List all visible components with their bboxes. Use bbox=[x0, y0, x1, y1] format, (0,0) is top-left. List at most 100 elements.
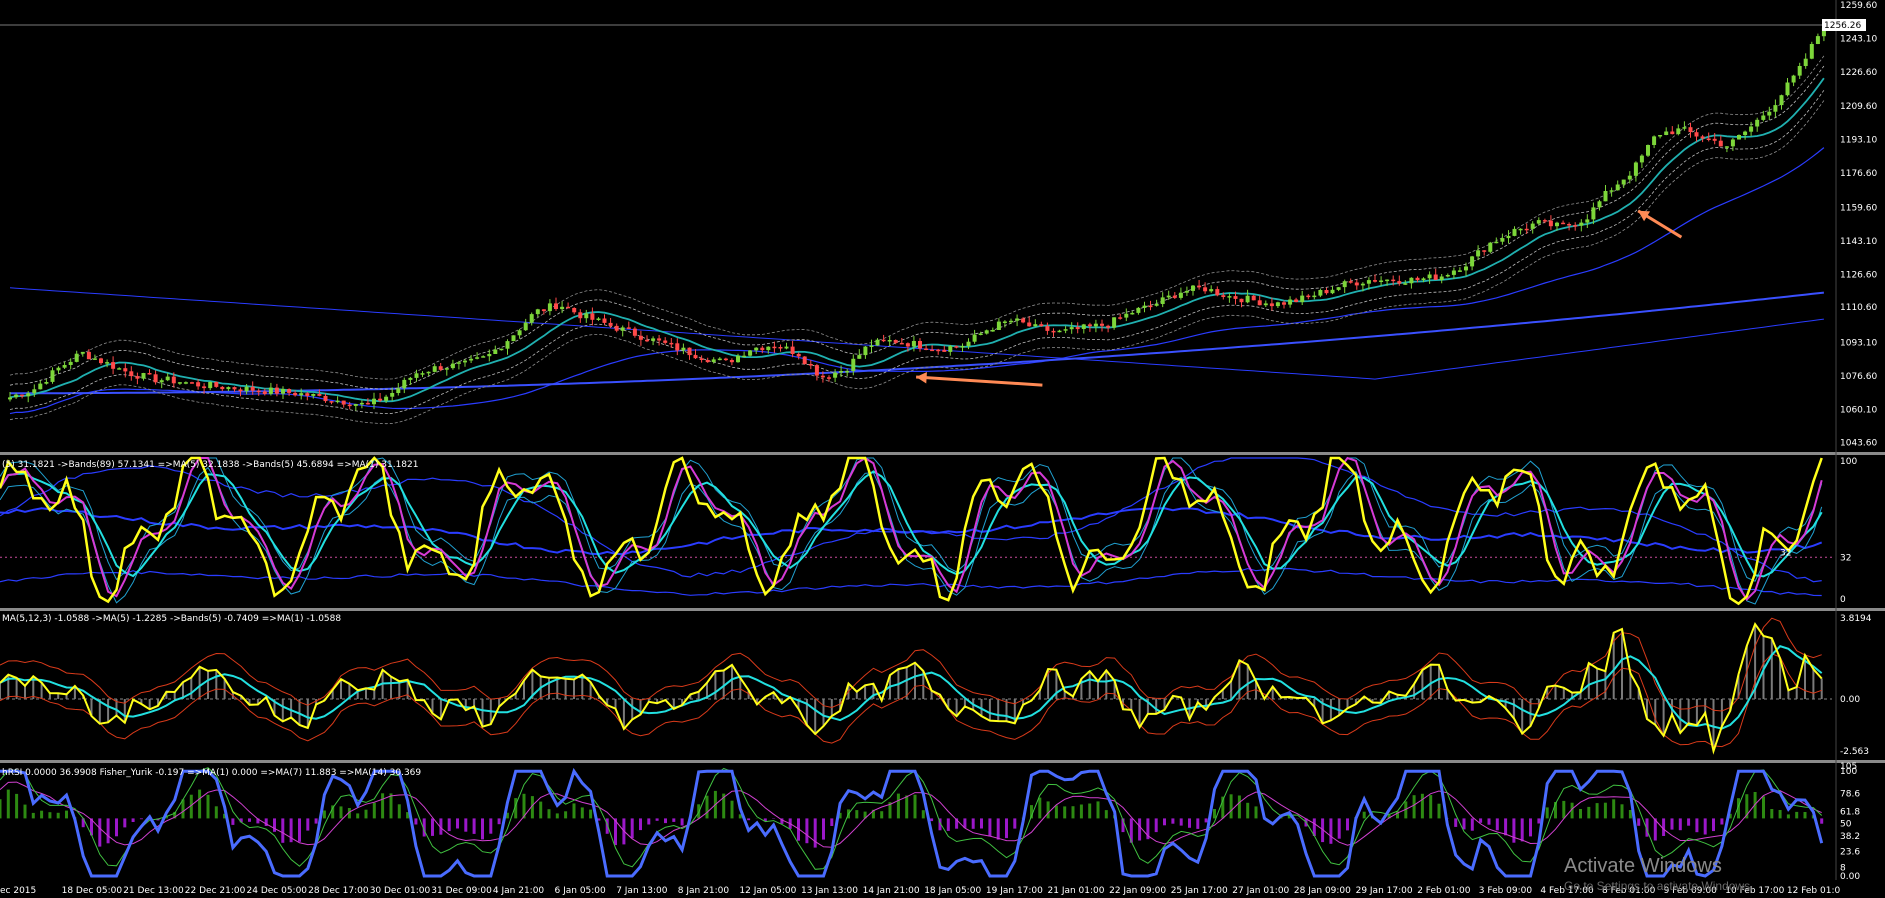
candle-body bbox=[1282, 302, 1286, 305]
candle-body bbox=[772, 346, 777, 349]
candle-body bbox=[317, 394, 322, 396]
candle-body bbox=[529, 314, 534, 323]
candle-body bbox=[1603, 191, 1608, 202]
fisher-y-tick-label: 100 bbox=[1840, 767, 1857, 777]
candle-body bbox=[1209, 289, 1214, 292]
trading-chart: (5) 31.1821 ->Bands(89) 57.1341 =>MA(5) … bbox=[0, 0, 1885, 898]
candle-body bbox=[487, 354, 492, 357]
candle-body bbox=[1009, 320, 1013, 323]
candle-body bbox=[930, 349, 935, 352]
candle-body bbox=[1609, 190, 1614, 192]
candle-body bbox=[705, 360, 710, 363]
candle-body bbox=[68, 361, 73, 365]
candle-body bbox=[1694, 132, 1699, 137]
candle-body bbox=[165, 376, 170, 381]
candle-body bbox=[645, 339, 649, 342]
x-tick-label: 3 Feb 09:00 bbox=[1479, 886, 1533, 896]
rsi-y-tick-label: 100 bbox=[1840, 457, 1857, 467]
candle-body bbox=[1724, 146, 1729, 148]
candle-body bbox=[1761, 115, 1766, 120]
candle-body bbox=[572, 308, 577, 313]
candle-body bbox=[159, 380, 164, 383]
candle-body bbox=[183, 382, 188, 384]
candle-body bbox=[1779, 95, 1784, 106]
candle-body bbox=[1482, 250, 1487, 252]
candle-body bbox=[1221, 295, 1226, 297]
candle-body bbox=[493, 349, 498, 354]
candle-body bbox=[1718, 140, 1723, 147]
candle-body bbox=[135, 376, 140, 379]
candle-body bbox=[1257, 300, 1262, 306]
candle-body bbox=[1015, 318, 1020, 321]
candle-body bbox=[226, 387, 231, 390]
candle-body bbox=[1433, 274, 1438, 280]
candle-body bbox=[353, 404, 358, 406]
candle-body bbox=[1555, 222, 1559, 227]
candle-body bbox=[1512, 228, 1517, 236]
candle-body bbox=[802, 356, 807, 364]
x-tick-label: 13 Jan 13:00 bbox=[801, 886, 858, 896]
candle-body bbox=[1112, 317, 1117, 328]
candle-body bbox=[171, 376, 176, 384]
candle-body bbox=[1033, 324, 1038, 327]
candle-body bbox=[1773, 105, 1778, 112]
candle-body bbox=[117, 368, 122, 370]
macd-y-tick-label: -2.563 bbox=[1840, 747, 1869, 757]
candle-body bbox=[578, 312, 583, 319]
candle-body bbox=[796, 353, 801, 357]
candle-body bbox=[1130, 312, 1135, 315]
candle-body bbox=[1203, 287, 1208, 292]
candle-body bbox=[1178, 292, 1183, 298]
candle-body bbox=[1215, 289, 1220, 296]
candle-body bbox=[748, 350, 753, 356]
candle-body bbox=[1518, 228, 1523, 231]
x-tick-label: 6 Jan 05:00 bbox=[555, 886, 607, 896]
candle-body bbox=[1269, 303, 1274, 307]
candle-body bbox=[1803, 58, 1808, 66]
candle-body bbox=[1712, 138, 1717, 141]
activate-windows-title: Activate Windows bbox=[1564, 855, 1722, 877]
candle-body bbox=[20, 394, 25, 397]
candle-body bbox=[1682, 127, 1687, 129]
candle-body bbox=[778, 347, 783, 349]
x-tick-label: 21 Jan 01:00 bbox=[1048, 886, 1105, 896]
y-tick-label: 1176.60 bbox=[1840, 169, 1877, 179]
candle-body bbox=[372, 398, 376, 405]
candle-body bbox=[347, 404, 352, 407]
candle-body bbox=[1294, 299, 1299, 302]
candle-body bbox=[1439, 276, 1444, 280]
candle-body bbox=[560, 306, 565, 310]
candle-body bbox=[626, 327, 631, 329]
candle-body bbox=[1063, 329, 1068, 331]
fisher-y-tick-label: 78.6 bbox=[1840, 790, 1860, 800]
candle-body bbox=[1524, 228, 1529, 231]
candle-body bbox=[1506, 235, 1511, 239]
candle-body bbox=[1797, 66, 1802, 76]
candle-body bbox=[584, 313, 589, 319]
candle-body bbox=[426, 371, 431, 374]
candle-body bbox=[1227, 296, 1232, 298]
y-tick-label: 1110.60 bbox=[1840, 303, 1877, 313]
candle-body bbox=[1087, 324, 1092, 327]
x-tick-label: 12 Jan 05:00 bbox=[739, 886, 796, 896]
candle-body bbox=[1664, 131, 1669, 135]
macd-y-tick-label: 3.8194 bbox=[1840, 614, 1872, 624]
candle-body bbox=[1069, 327, 1074, 330]
candle-body bbox=[378, 398, 383, 401]
candle-body bbox=[1166, 295, 1171, 298]
candle-body bbox=[1791, 75, 1796, 83]
y-tick-label: 1076.60 bbox=[1840, 372, 1877, 382]
candle-body bbox=[1421, 278, 1426, 281]
candle-body bbox=[1500, 238, 1505, 242]
fisher-y-tick-label: 23.6 bbox=[1840, 847, 1860, 857]
x-tick-label: 8 Jan 21:00 bbox=[678, 886, 730, 896]
candle-body bbox=[384, 396, 389, 401]
x-tick-label: 28 Dec 17:00 bbox=[308, 886, 369, 896]
fisher-y-tick-label: 0.00 bbox=[1840, 872, 1860, 882]
candle-body bbox=[942, 349, 947, 352]
candle-body bbox=[74, 353, 79, 362]
candle-body bbox=[954, 346, 959, 348]
candle-body bbox=[857, 355, 862, 359]
candle-body bbox=[1385, 279, 1390, 282]
candle-body bbox=[1263, 303, 1268, 306]
